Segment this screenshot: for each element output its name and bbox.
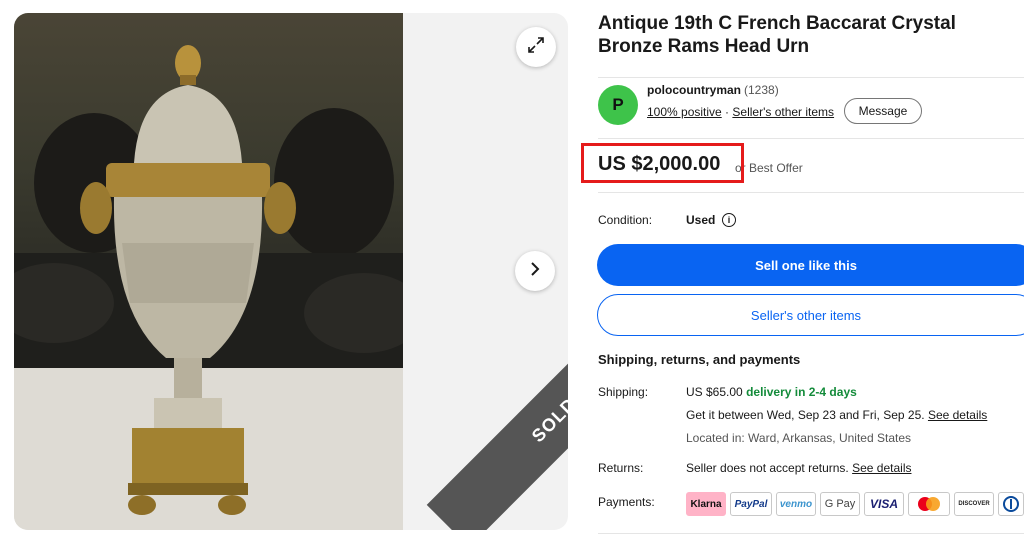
shipping-cost: US $65.00 <box>686 385 743 399</box>
sell-one-like-this-button[interactable]: Sell one like this <box>597 244 1024 286</box>
urn-illustration <box>14 45 403 530</box>
condition-value: Used <box>686 213 716 227</box>
venmo-logo: venmo <box>776 492 816 516</box>
payment-methods: Klarna PayPal venmo G Pay VISA DISCOVER <box>686 492 1024 516</box>
message-button[interactable]: Message <box>844 98 922 124</box>
expand-icon <box>527 36 545 59</box>
visa-logo: VISA <box>864 492 904 516</box>
google-pay-logo: G Pay <box>820 492 860 516</box>
positive-feedback-link[interactable]: 100% positive <box>647 105 722 119</box>
section-divider <box>598 533 1024 534</box>
price-highlight-box <box>581 143 744 183</box>
delivery-window: Get it between Wed, Sep 23 and Fri, Sep … <box>686 408 925 422</box>
paypal-logo: PayPal <box>730 492 772 516</box>
klarna-logo: Klarna <box>686 492 726 516</box>
discover-logo: DISCOVER <box>954 492 994 516</box>
returns-line: Seller does not accept returns. See deta… <box>686 461 911 475</box>
delivery-estimate: delivery in 2-4 days <box>746 385 857 399</box>
info-icon[interactable]: i <box>722 213 736 227</box>
seller-card: P polocountryman (1238) 100% positive · S… <box>598 77 1024 139</box>
payments-label: Payments: <box>598 495 655 509</box>
returns-label: Returns: <box>598 461 644 475</box>
seller-links: 100% positive · Seller's other items <box>647 105 834 119</box>
next-image-button[interactable] <box>515 251 555 291</box>
shipping-label: Shipping: <box>598 385 649 399</box>
seller-other-items-link[interactable]: Seller's other items <box>732 105 834 119</box>
expand-button[interactable] <box>516 27 556 67</box>
condition-label: Condition: <box>598 213 653 227</box>
shipping-see-details-link[interactable]: See details <box>928 408 987 422</box>
seller-name-text[interactable]: polocountryman <box>647 83 741 97</box>
returns-see-details-link[interactable]: See details <box>852 461 911 475</box>
diners-club-logo <box>998 492 1024 516</box>
mastercard-logo <box>908 492 950 516</box>
sellers-other-items-button[interactable]: Seller's other items <box>597 294 1024 336</box>
listing-title: Antique 19th C French Baccarat Crystal B… <box>598 13 956 57</box>
returns-text: Seller does not accept returns. <box>686 461 849 475</box>
product-photo[interactable] <box>14 13 403 530</box>
chevron-right-icon <box>528 261 542 282</box>
seller-name[interactable]: polocountryman (1238) <box>647 83 779 97</box>
seller-links-separator: · <box>721 105 733 119</box>
sold-ribbon: SOLD <box>426 292 568 530</box>
image-gallery: SOLD <box>14 13 568 530</box>
delivery-window-line: Get it between Wed, Sep 23 and Fri, Sep … <box>686 408 987 422</box>
seller-avatar[interactable]: P <box>598 85 638 125</box>
shipping-cost-line: US $65.00 delivery in 2-4 days <box>686 385 857 399</box>
best-offer-text: or Best Offer <box>735 161 803 175</box>
item-location: Located in: Ward, Arkansas, United State… <box>686 431 912 445</box>
shipping-heading: Shipping, returns, and payments <box>598 352 801 367</box>
seller-feedback-count: (1238) <box>744 83 779 97</box>
